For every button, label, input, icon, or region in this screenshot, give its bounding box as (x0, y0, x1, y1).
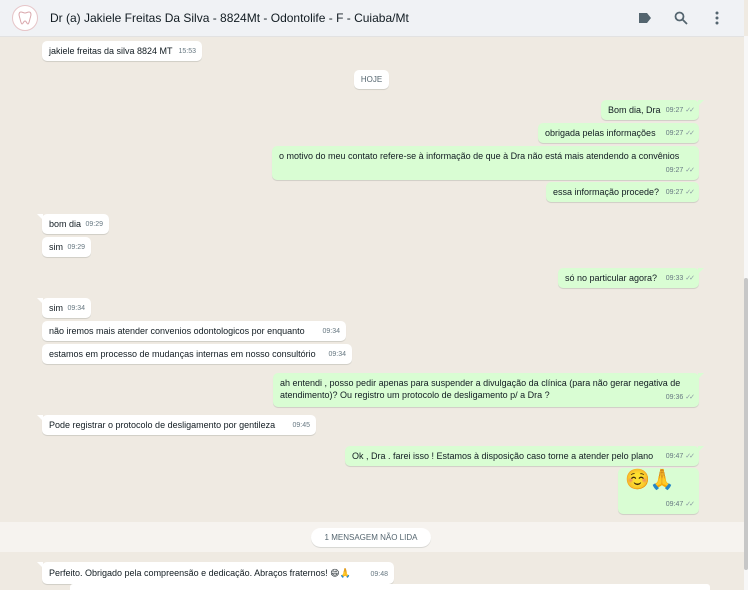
message-outgoing[interactable]: o motivo do meu contato refere-se à info… (272, 146, 699, 180)
message-incoming[interactable]: não iremos mais atender convenios odonto… (42, 321, 346, 341)
message-text: bom dia (49, 219, 82, 229)
tooth-icon (18, 11, 32, 25)
message-outgoing[interactable]: Bom dia, Dra 09:27 ✓✓ (601, 100, 704, 120)
message-text: jakiele freitas da silva 8824 MT (49, 46, 173, 56)
message-incoming[interactable]: sim 09:29 (42, 237, 91, 257)
message-time: 09:27 (665, 189, 684, 196)
read-ticks-icon: ✓✓ (685, 189, 695, 196)
message-time: 09:34 (328, 351, 346, 358)
message-time: 09:29 (67, 244, 85, 251)
message-outgoing[interactable]: Ok , Dra . farei isso ! Estamos à dispos… (345, 446, 704, 466)
message-incoming[interactable]: Perfeito. Obrigado pela compreensão e de… (37, 562, 394, 584)
unread-divider: 1 MENSAGEM NÃO LIDA (311, 528, 431, 547)
message-text: não iremos mais atender convenios odonto… (49, 326, 305, 336)
chat-header: Dr (a) Jakiele Freitas Da Silva - 8824Mt… (0, 0, 744, 37)
message-list: jakiele freitas da silva 8824 MT 15:53 H… (0, 36, 744, 590)
read-ticks-icon: ✓✓ (685, 107, 695, 114)
message-text: obrigada pelas informações (545, 128, 656, 138)
message-incoming[interactable]: estamos em processo de mudanças internas… (42, 344, 352, 364)
compose-bar-edge[interactable] (70, 584, 710, 590)
message-time: 09:27 (665, 107, 684, 114)
read-ticks-icon: ✓✓ (685, 501, 695, 508)
read-ticks-icon: ✓✓ (685, 167, 695, 174)
message-text: Ok , Dra . farei isso ! Estamos à dispos… (352, 451, 654, 461)
scrollbar-thumb[interactable] (744, 278, 748, 570)
read-ticks-icon: ✓✓ (685, 275, 695, 282)
contact-avatar[interactable] (12, 5, 38, 31)
message-text: sim (49, 303, 63, 313)
message-text: o motivo do meu contato refere-se à info… (279, 151, 680, 161)
message-text: Perfeito. Obrigado pela compreensão e de… (49, 568, 351, 578)
message-time: 09:29 (85, 221, 103, 228)
message-outgoing[interactable]: essa informação procede? 09:27 ✓✓ (546, 182, 699, 202)
message-time: 09:36 (665, 394, 684, 401)
read-ticks-icon: ✓✓ (685, 394, 695, 401)
message-outgoing[interactable]: só no particular agora? 09:33 ✓✓ (558, 268, 704, 288)
message-time: 09:47 (665, 501, 684, 508)
message-time: 09:33 (665, 275, 684, 282)
message-time: 09:27 (665, 130, 684, 137)
message-outgoing[interactable]: ah entendi , posso pedir apenas para sus… (273, 373, 704, 407)
date-divider: HOJE (354, 70, 389, 89)
chat-title[interactable]: Dr (a) Jakiele Freitas Da Silva - 8824Mt… (50, 11, 409, 25)
message-time: 09:45 (292, 422, 310, 429)
message-text: essa informação procede? (553, 187, 660, 197)
message-time: 09:34 (322, 328, 340, 335)
message-text: só no particular agora? (565, 273, 658, 283)
message-time: 15:53 (178, 48, 196, 55)
message-time: 09:47 (665, 453, 684, 460)
message-time: 09:48 (370, 571, 388, 578)
message-incoming[interactable]: Pode registrar o protocolo de desligamen… (37, 415, 316, 435)
message-text: sim (49, 242, 63, 252)
message-incoming[interactable]: jakiele freitas da silva 8824 MT 15:53 (42, 41, 202, 61)
search-icon[interactable] (672, 9, 690, 27)
message-time: 09:27 (665, 167, 684, 174)
read-ticks-icon: ✓✓ (685, 453, 695, 460)
message-text: Pode registrar o protocolo de desligamen… (49, 420, 276, 430)
message-outgoing[interactable]: ☺️🙏 09:47 ✓✓ (618, 468, 699, 514)
message-incoming[interactable]: sim 09:34 (37, 298, 91, 318)
message-text: Bom dia, Dra (608, 105, 661, 115)
read-ticks-icon: ✓✓ (685, 130, 695, 137)
emoji-message: ☺️🙏 (625, 467, 675, 491)
label-icon[interactable] (636, 9, 654, 27)
message-text: ah entendi , posso pedir apenas para sus… (280, 378, 681, 400)
message-incoming[interactable]: bom dia 09:29 (37, 214, 109, 234)
message-text: estamos em processo de mudanças internas… (49, 349, 316, 359)
menu-icon[interactable] (708, 9, 726, 27)
message-time: 09:34 (67, 305, 85, 312)
message-outgoing[interactable]: obrigada pelas informações 09:27 ✓✓ (538, 123, 699, 143)
